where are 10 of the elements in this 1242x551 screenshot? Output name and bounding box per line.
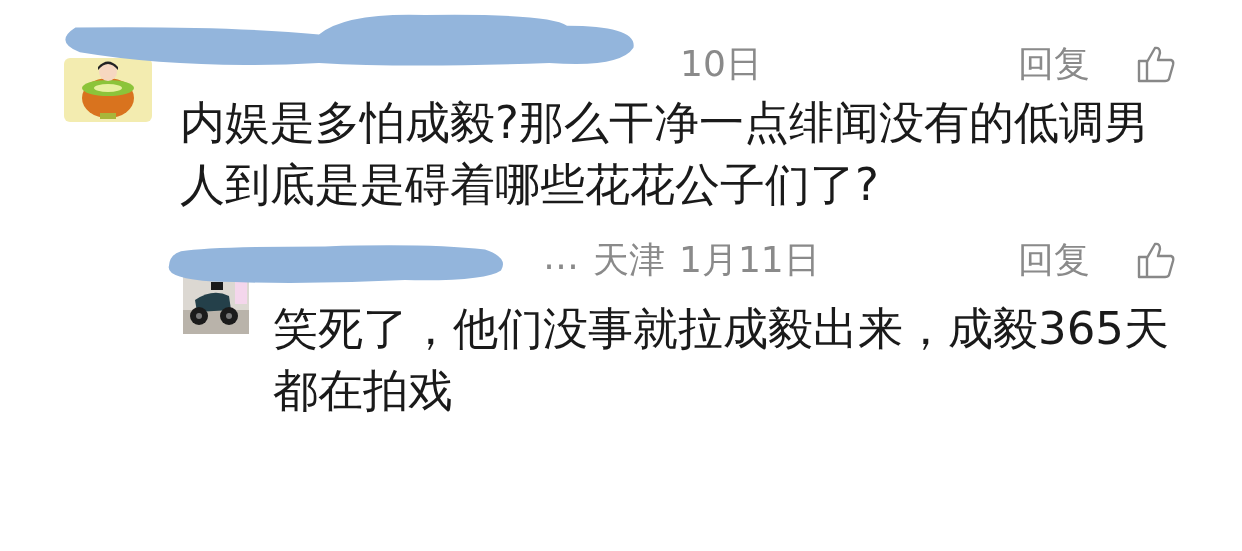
comment-text: 内娱是多怕成毅?那么干净一点绯闻没有的低调男人到底是是碍着哪些花花公子们了? bbox=[180, 95, 1150, 213]
comment-text: 笑死了，他们没事就拉成毅出来，成毅365天都在拍戏 bbox=[273, 301, 1170, 419]
like-icon[interactable] bbox=[1136, 240, 1176, 280]
reply-button[interactable]: 回复 bbox=[1018, 235, 1090, 285]
comment-meta: 1月11日 bbox=[679, 237, 820, 282]
like-icon[interactable] bbox=[1136, 44, 1176, 84]
comment-meta: … bbox=[543, 235, 579, 279]
comment-meta: 天津 bbox=[593, 237, 665, 282]
comment-meta: 10日 bbox=[680, 41, 762, 86]
reply-button[interactable]: 回复 bbox=[1018, 39, 1090, 89]
